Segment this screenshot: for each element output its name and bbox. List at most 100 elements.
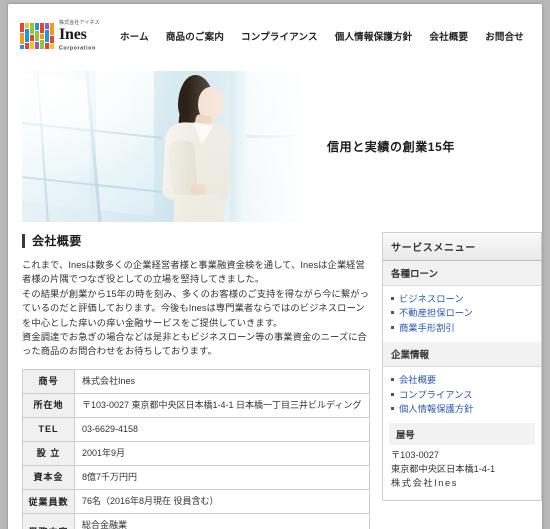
table-value-line: 〒103-0027 東京都中央区日本橋1-4-1 日本橋一丁目三井ビルディング	[82, 399, 362, 410]
nav-item-home[interactable]: ホーム	[120, 29, 149, 43]
table-value-line: 総合金融業	[82, 520, 128, 529]
table-value-line: 03-6629-4158	[82, 423, 139, 434]
table-row-label: 所在地	[22, 392, 75, 418]
table-row: 資本金 8億7千万円円	[22, 465, 370, 491]
sidebar-address-block: 〒103-0027 東京都中央区日本橋1-4-1 株式会社Ines	[383, 445, 541, 499]
sidebar-body: 各種ローン ビジネスローン 不動産担保ローン 商業手形割引 企業情報 会社概要 …	[382, 261, 542, 501]
table-row-label: 設 立	[22, 440, 75, 467]
table-row-value: 総合金融業（事業者向け貸付・信用保証業務・債権買取業務）	[74, 513, 370, 529]
logo-bar-column	[20, 23, 24, 49]
logo-bar-segment	[45, 43, 49, 49]
intro-paragraph: これまで、Inesは数多くの企業経営者様と事業融資金検を通して、Inesは企業経…	[22, 258, 370, 359]
table-row: 業務内容総合金融業（事業者向け貸付・信用保証業務・債権買取業務）	[22, 513, 370, 529]
main-column: 会社概要 これまで、Inesは数多くの企業経営者様と事業融資金検を通して、Ine…	[22, 232, 370, 529]
logo-corporation: Corporation	[59, 44, 96, 51]
hero-caption: 信用と実績の創業15年	[307, 71, 528, 222]
logo-bar-segment	[45, 23, 49, 29]
logo-name: Ines	[59, 26, 87, 44]
sidebar-link-realestate-loan[interactable]: 不動産担保ローン	[391, 306, 533, 320]
logo-bar-column	[45, 23, 49, 49]
logo-bar-segment	[35, 31, 39, 41]
logo-bar-segment	[20, 33, 24, 44]
logo-bar-segment	[40, 40, 44, 49]
logo-bar-segment	[50, 23, 54, 35]
heading-accent-bar	[22, 233, 25, 248]
logo-bar-column	[30, 23, 34, 49]
table-row-label: 商号	[22, 368, 75, 394]
table-row-value: 2001年9月	[74, 440, 370, 467]
table-row: TEL 03-6629-4158	[22, 416, 370, 442]
table-row-value: 8億7千万円円	[74, 465, 370, 491]
table-value-line: 2001年9月	[82, 447, 126, 458]
logo-bar-column	[40, 23, 44, 49]
address-street: 東京都中央区日本橋1-4-1	[391, 464, 496, 475]
logo-bar-segment	[20, 23, 24, 32]
sidebar-title: サービスメニュー	[382, 232, 542, 261]
page-title: 会社概要	[22, 232, 370, 249]
nav-item-compliance[interactable]: コンプライアンス	[241, 29, 318, 43]
table-row-value: 76名（2016年8月現在 役員含む）	[74, 489, 370, 515]
logo-bar-segment	[45, 30, 49, 42]
page-root: 株式会社アイネス Ines Corporation ホーム 商品のご案内 コンプ…	[0, 0, 550, 529]
sidebar-links-loans: ビジネスローン 不動産担保ローン 商業手形割引	[383, 286, 541, 342]
nav-item-company[interactable]: 会社概要	[429, 29, 468, 43]
company-info-table-body: 商号 株式会社Ines 所在地 〒103-0027 東京都中央区日本橋1-4-1 日本…	[22, 368, 370, 529]
site-logo[interactable]: 株式会社アイネス Ines Corporation	[20, 20, 99, 51]
hero-banner: 信用と実績の創業15年	[22, 71, 528, 222]
sidebar-link-compliance[interactable]: コンプライアンス	[391, 388, 533, 402]
table-row: 設 立 2001年9月	[22, 440, 370, 467]
address-company: 株式会社Ines	[391, 478, 458, 489]
table-row-label: TEL	[22, 416, 75, 442]
table-row-value: 03-6629-4158	[74, 416, 370, 442]
sidebar-address-label: 屋号	[389, 423, 535, 446]
logo-bar-column	[50, 23, 54, 49]
main-navigation: ホーム 商品のご案内 コンプライアンス 個人情報保護方針 会社概要 お問合せ	[120, 29, 528, 43]
hero-image	[22, 71, 307, 222]
table-value-line: 76名（2016年8月現在 役員含む）	[82, 496, 219, 507]
nav-item-contact[interactable]: お問合せ	[485, 29, 524, 43]
logo-bar-segment	[50, 44, 54, 49]
table-value-line: 株式会社Ines	[82, 375, 136, 386]
company-info-table: 商号 株式会社Ines 所在地 〒103-0027 東京都中央区日本橋1-4-1 日本…	[22, 368, 370, 529]
table-row-label: 資本金	[22, 465, 75, 491]
hero-caption-text: 信用と実績の創業15年	[327, 140, 455, 154]
table-row: 従業員数 76名（2016年8月現在 役員含む）	[22, 489, 370, 515]
content-area: 会社概要 これまで、Inesは数多くの企業経営者様と事業融資金検を通して、Ine…	[8, 222, 542, 529]
address-postal: 〒103-0027	[391, 450, 440, 461]
page-title-text: 会社概要	[32, 234, 82, 248]
site-card: 株式会社アイネス Ines Corporation ホーム 商品のご案内 コンプ…	[8, 4, 542, 529]
sidebar-group-heading-loans: 各種ローン	[383, 261, 541, 286]
nav-item-products[interactable]: 商品のご案内	[166, 29, 224, 43]
logo-bar-segment	[30, 35, 34, 41]
logo-bars-icon	[20, 23, 54, 49]
logo-bar-segment	[30, 42, 34, 49]
table-row-label: 業務内容	[22, 513, 75, 529]
logo-bar-segment	[25, 43, 29, 49]
sidebar-link-bill-discount[interactable]: 商業手形割引	[391, 321, 533, 335]
logo-bar-segment	[40, 34, 44, 39]
logo-bar-segment	[40, 23, 44, 33]
nav-item-privacy[interactable]: 個人情報保護方針	[335, 29, 413, 43]
logo-kana: 株式会社アイネス	[59, 19, 100, 26]
logo-text: 株式会社アイネス Ines Corporation	[59, 20, 99, 51]
logo-bar-segment	[25, 23, 29, 28]
sidebar-link-privacy-policy[interactable]: 個人情報保護方針	[391, 402, 533, 416]
logo-bar-segment	[35, 23, 39, 30]
logo-bar-segment	[30, 23, 34, 34]
logo-bar-segment	[35, 42, 39, 49]
sidebar-link-company-profile[interactable]: 会社概要	[391, 373, 533, 387]
table-row-label: 従業員数	[22, 489, 75, 515]
sidebar-links-company: 会社概要 コンプライアンス 個人情報保護方針	[383, 367, 541, 423]
sidebar: サービスメニュー 各種ローン ビジネスローン 不動産担保ローン 商業手形割引 企…	[382, 232, 542, 501]
table-row-value: 株式会社Ines	[74, 368, 370, 394]
logo-bar-column	[25, 23, 29, 49]
logo-bar-column	[35, 23, 39, 49]
sidebar-group-heading-company: 企業情報	[383, 342, 541, 368]
intro-text: これまで、Inesは数多くの企業経営者様と事業融資金検を通して、Inesは企業経…	[22, 260, 369, 357]
table-row-value: 〒103-0027 東京都中央区日本橋1-4-1 日本橋一丁目三井ビルディング	[74, 392, 370, 418]
table-row: 商号 株式会社Ines	[22, 368, 370, 394]
sidebar-link-business-loan[interactable]: ビジネスローン	[391, 292, 533, 306]
logo-bar-segment	[25, 29, 29, 42]
logo-bar-segment	[20, 45, 24, 49]
logo-bar-segment	[50, 36, 54, 43]
